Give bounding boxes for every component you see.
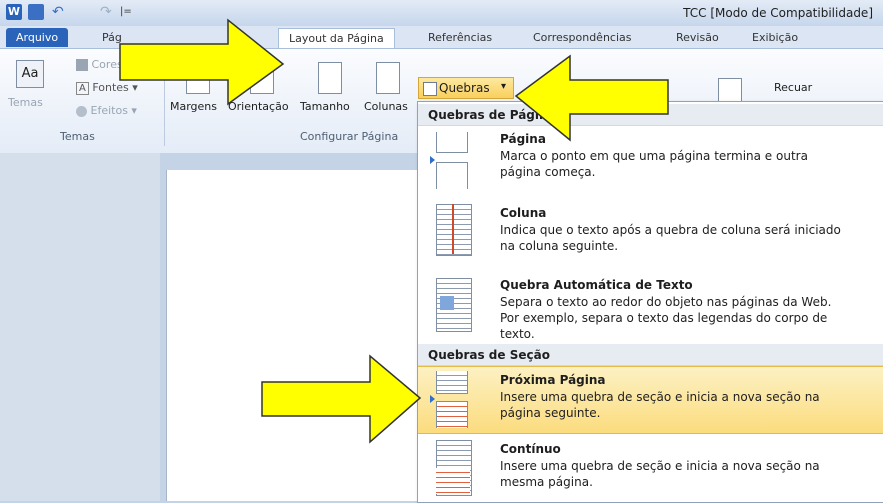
menu-item-description: Insere uma quebra de seção e inicia a no… xyxy=(500,459,820,489)
text-wrapping-break-icon xyxy=(432,278,476,334)
annotation-arrow-quebras xyxy=(514,54,669,142)
tab-correspondencias[interactable]: Correspondências xyxy=(523,28,642,47)
word-icon[interactable]: W xyxy=(6,4,22,20)
menu-item-description: Indica que o texto após a quebra de colu… xyxy=(500,223,841,253)
menu-item-title: Coluna xyxy=(500,206,547,220)
menu-item-description: Separa o texto ao redor do objeto nas pá… xyxy=(500,295,832,341)
temas-button[interactable]: Aa Temas xyxy=(6,56,56,126)
breaks-icon xyxy=(423,82,437,96)
quebras-label: Quebras xyxy=(439,81,490,95)
tab-referencias[interactable]: Referências xyxy=(418,28,502,47)
menu-item-description: Insere uma quebra de seção e inicia a no… xyxy=(500,390,820,420)
menu-item-proxima-pagina[interactable]: Próxima Página Insere uma quebra de seçã… xyxy=(418,366,883,434)
colunas-label: Colunas xyxy=(364,100,408,113)
continuous-section-break-icon xyxy=(432,440,476,496)
menu-item-description: Marca o ponto em que uma página termina … xyxy=(500,149,808,179)
quebras-button[interactable]: Quebras ▾ xyxy=(418,77,514,99)
navigation-pane xyxy=(0,153,160,501)
annotation-arrow-layout xyxy=(119,18,285,106)
dropdown-arrow-icon: ▾ xyxy=(501,81,507,92)
columns-icon xyxy=(376,62,400,94)
colors-icon xyxy=(76,59,88,71)
tamanho-button[interactable]: Tamanho xyxy=(300,56,364,126)
recuar-label: Recuar xyxy=(774,81,813,94)
next-page-section-break-icon xyxy=(430,371,474,428)
annotation-arrow-proxima-pagina xyxy=(261,354,422,444)
group-label-configurar-pagina: Configurar Página xyxy=(300,130,399,143)
size-icon xyxy=(318,62,342,94)
tab-revisao[interactable]: Revisão xyxy=(666,28,729,47)
tamanho-label: Tamanho xyxy=(300,100,350,113)
menu-item-quebra-automatica[interactable]: Quebra Automática de Texto Separa o text… xyxy=(418,272,883,348)
effects-icon xyxy=(76,105,87,117)
save-icon[interactable] xyxy=(28,4,44,20)
page-color-icon[interactable] xyxy=(718,78,742,102)
fonts-icon: A xyxy=(76,82,89,95)
menu-item-title: Quebra Automática de Texto xyxy=(500,278,693,292)
tab-layout-da-pagina[interactable]: Layout da Página xyxy=(278,28,395,48)
temas-label: Temas xyxy=(8,96,43,109)
page-break-icon xyxy=(430,132,474,189)
section-header-quebras-de-secao: Quebras de Seção xyxy=(418,344,883,366)
quebras-dropdown-menu: Quebras de Página Página Marca o ponto e… xyxy=(417,101,883,503)
themes-icon: Aa xyxy=(16,60,44,88)
redo-icon[interactable]: ↷ xyxy=(100,4,116,20)
tab-arquivo[interactable]: Arquivo xyxy=(6,28,69,47)
column-break-icon xyxy=(432,204,476,260)
undo-icon[interactable]: ↶ xyxy=(52,4,68,20)
menu-item-title: Próxima Página xyxy=(500,373,606,387)
menu-item-continuo[interactable]: Contínuo Insere uma quebra de seção e in… xyxy=(418,436,883,502)
colunas-button[interactable]: Colunas xyxy=(364,56,416,126)
tab-exibicao[interactable]: Exibição xyxy=(742,28,808,47)
document-page[interactable] xyxy=(166,170,427,501)
group-label-temas: Temas xyxy=(60,130,95,143)
window-title: TCC [Modo de Compatibilidade] xyxy=(683,6,873,20)
menu-item-coluna[interactable]: Coluna Indica que o texto após a quebra … xyxy=(418,200,883,272)
menu-item-title: Contínuo xyxy=(500,442,561,456)
